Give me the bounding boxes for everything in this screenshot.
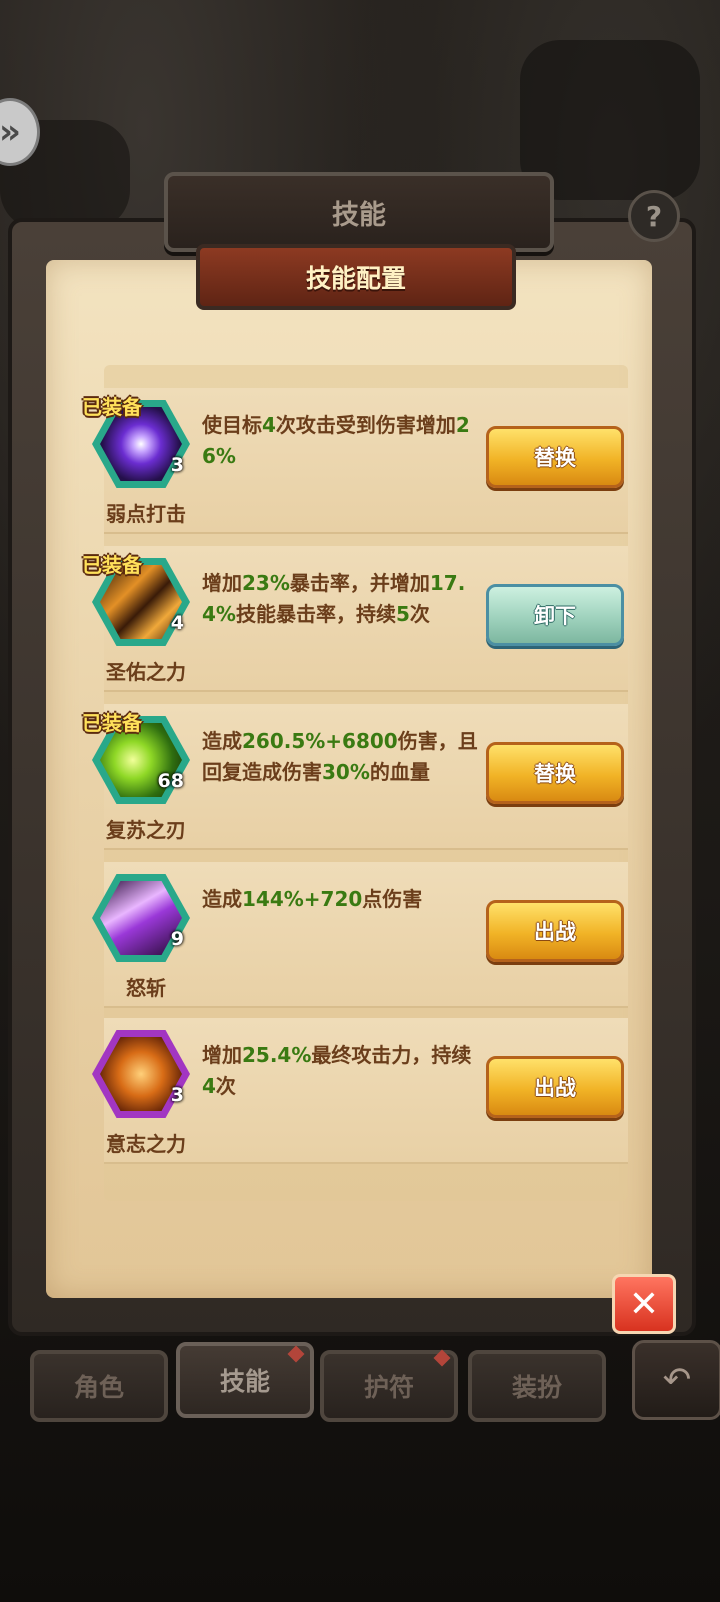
panel-subtitle: 技能配置 <box>196 244 516 310</box>
skill-row: 4 已装备圣佑之力 增加23%暴击率，并增加17.4%技能暴击率，持续5次 卸下 <box>82 546 628 692</box>
description-text: 的血量 <box>369 760 430 784</box>
description-text: 暴击率，并增加 <box>289 571 430 595</box>
skill-description: 造成260.5%+6800伤害，且回复造成伤害30%的血量 <box>202 726 482 788</box>
skill-level: 3 <box>170 1084 184 1106</box>
skill-name: 圣佑之力 <box>106 660 186 684</box>
row-divider <box>104 848 628 850</box>
tab-label: 护符 <box>363 1373 414 1402</box>
skill-action-button[interactable]: 替换 <box>486 742 624 804</box>
skill-level: 68 <box>157 770 184 792</box>
description-text: 23% <box>242 571 290 595</box>
description-text: 260.5%+6800 <box>242 729 398 753</box>
skill-name: 怒斩 <box>126 976 166 1000</box>
description-text: 点伤害 <box>362 887 423 911</box>
close-button[interactable]: ✕ <box>612 1274 676 1334</box>
tab-outfit[interactable]: 装扮 <box>468 1350 606 1422</box>
tab-character[interactable]: 角色 <box>30 1350 168 1422</box>
description-text: 技能暴击率，持续 <box>235 602 396 626</box>
description-text: 5 <box>395 602 410 626</box>
description-text: 增加 <box>202 1043 242 1067</box>
equipped-badge: 已装备 <box>82 711 142 735</box>
equipped-badge: 已装备 <box>82 553 142 577</box>
skill-name: 弱点打击 <box>106 502 186 526</box>
skill-name: 意志之力 <box>106 1132 186 1156</box>
description-text: 使目标 <box>202 413 262 437</box>
skill-description: 造成144%+720点伤害 <box>202 884 482 915</box>
description-text: 次攻击受到伤害增加 <box>275 413 456 437</box>
help-button[interactable]: ? <box>628 190 680 242</box>
skill-row: 3 已装备弱点打击 使目标4次攻击受到伤害增加26% 替换 <box>82 388 628 534</box>
question-icon: ? <box>645 199 663 233</box>
description-text: 最终攻击力，持续 <box>311 1043 472 1067</box>
equipped-badge: 已装备 <box>82 395 142 419</box>
skill-row: 3 意志之力 增加25.4%最终攻击力，持续 4次 出战 <box>92 1018 628 1164</box>
skill-description: 增加25.4%最终攻击力，持续 4次 <box>202 1040 482 1102</box>
description-text: 30% <box>322 760 370 784</box>
skill-row: 68 已装备复苏之刃 造成260.5%+6800伤害，且回复造成伤害30%的血量 替换 <box>82 704 628 850</box>
description-text: 造成 <box>202 729 242 753</box>
window-title: 技能 <box>164 172 554 252</box>
skill-action-button[interactable]: 出战 <box>486 1056 624 1118</box>
row-divider <box>104 1006 628 1008</box>
close-icon: ✕ <box>628 1283 660 1325</box>
tab-label: 装扮 <box>511 1373 562 1402</box>
back-arrow-icon: ↶ <box>662 1360 692 1400</box>
description-text: 次 <box>409 602 430 626</box>
row-divider <box>104 690 628 692</box>
description-text: 4 <box>262 413 276 437</box>
skill-description: 增加23%暴击率，并增加17.4%技能暴击率，持续5次 <box>202 568 482 630</box>
description-text: 144%+720 <box>242 887 363 911</box>
skill-level: 4 <box>170 612 184 634</box>
tab-label: 技能 <box>219 1367 270 1396</box>
description-text: 4 <box>202 1074 216 1098</box>
skill-level: 9 <box>170 928 184 950</box>
bottom-tab-bar: 角色 技能 护符 装扮 <box>0 1342 720 1432</box>
description-text: 25.4% <box>242 1043 312 1067</box>
skill-level: 3 <box>170 454 184 476</box>
skill-description: 使目标4次攻击受到伤害增加26% <box>202 410 482 472</box>
skill-action-button[interactable]: 替换 <box>486 426 624 488</box>
description-text: 增加 <box>202 571 242 595</box>
row-divider <box>104 1162 628 1164</box>
skill-name: 复苏之刃 <box>106 818 186 842</box>
description-text: 造成 <box>202 887 242 911</box>
back-button[interactable]: ↶ <box>632 1340 720 1420</box>
description-text: 次 <box>215 1074 236 1098</box>
skill-row: 9 怒斩 造成144%+720点伤害 出战 <box>92 862 628 1008</box>
tab-label: 角色 <box>73 1373 124 1402</box>
double-chevron-icon: » <box>0 112 21 152</box>
skill-action-button[interactable]: 出战 <box>486 900 624 962</box>
row-divider <box>104 532 628 534</box>
skill-action-button[interactable]: 卸下 <box>486 584 624 646</box>
